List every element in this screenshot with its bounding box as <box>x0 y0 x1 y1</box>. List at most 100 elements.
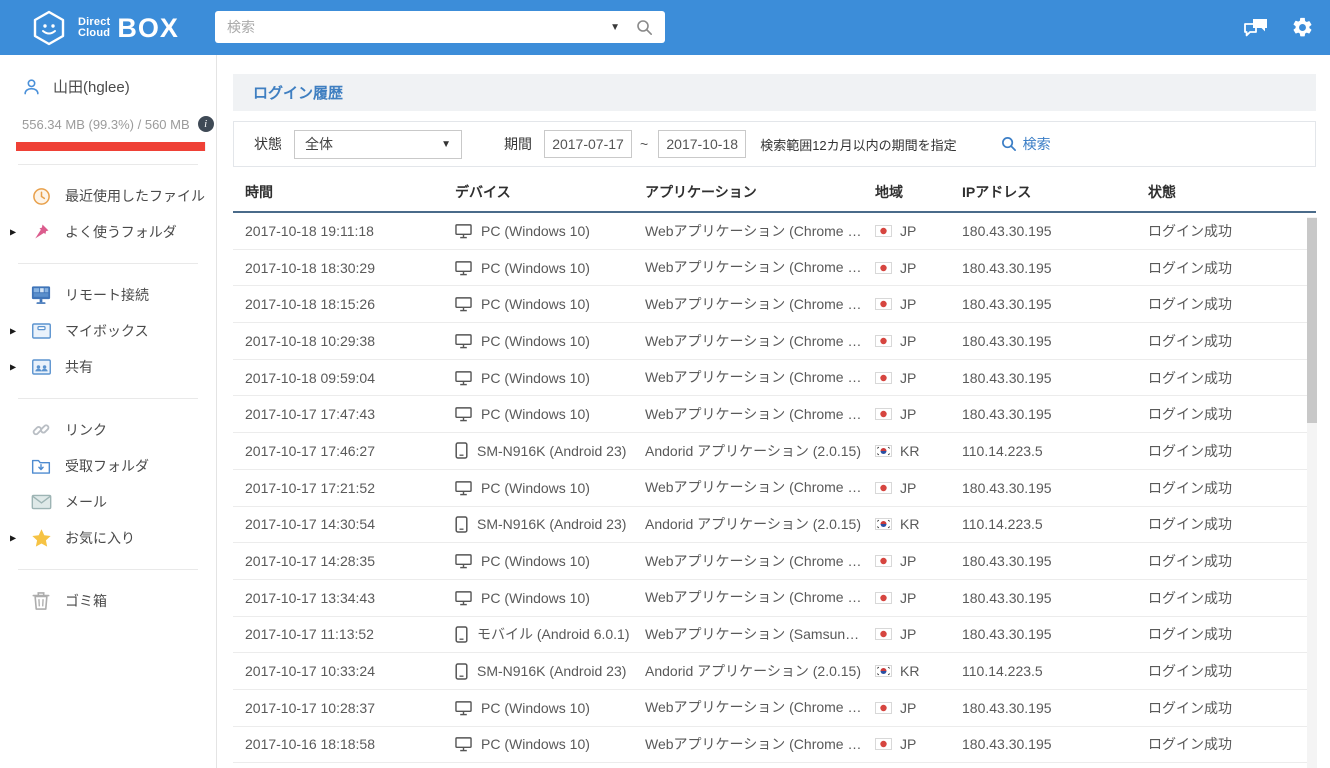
cell-application: Andorid アプリケーション (2.0.15) <box>645 442 862 459</box>
date-from-input[interactable]: 2017-07-17 <box>544 130 632 158</box>
main-content: ログイン履歴 状態 全体 ▼ 期間 2017-07-17 ~ 2017-10-1… <box>217 55 1330 768</box>
cell-region: JP <box>863 296 950 312</box>
cell-time: 2017-10-18 09:59:04 <box>245 369 375 386</box>
sidebar-item-receive-folder[interactable]: 受取フォルダ <box>0 448 216 484</box>
global-search-box: ▼ <box>215 11 665 43</box>
cell-region: KR <box>863 516 950 532</box>
select-caret-icon: ▼ <box>441 138 451 150</box>
sidebar-item-remote-connect[interactable]: リモート接続 <box>0 277 216 313</box>
search-icon[interactable] <box>636 19 653 36</box>
device-name: PC (Windows 10) <box>481 406 590 423</box>
storage-progress-fill <box>16 142 205 151</box>
mybox-icon <box>30 322 52 340</box>
expand-arrow-icon[interactable]: ▶ <box>10 327 16 336</box>
japan-flag-icon <box>875 701 892 714</box>
status-select[interactable]: 全体 ▼ <box>294 129 462 159</box>
status-select-value: 全体 <box>305 136 333 152</box>
cell-region: KR <box>863 663 950 679</box>
device-name: SM-N916K (Android 23) <box>477 442 627 459</box>
device-name: PC (Windows 10) <box>481 332 590 349</box>
cell-status: ログイン成功 <box>1148 369 1232 386</box>
device-name: PC (Windows 10) <box>481 553 590 570</box>
cell-region: JP <box>863 480 950 496</box>
region-code: JP <box>900 222 917 239</box>
cell-device: SM-N916K (Android 23) <box>443 442 633 460</box>
region-code: JP <box>900 736 917 753</box>
cell-device: SM-N916K (Android 23) <box>443 662 633 680</box>
cell-time: 2017-10-17 14:30:54 <box>245 516 375 533</box>
clock-icon <box>30 187 52 206</box>
sidebar-item-recent-files[interactable]: 最近使用したファイル <box>0 178 216 214</box>
status-filter-label: 状態 <box>254 136 282 152</box>
search-scope-dropdown-caret-icon[interactable]: ▼ <box>610 22 620 33</box>
sidebar-item-mail[interactable]: メール <box>0 484 216 520</box>
cell-device: PC (Windows 10) <box>443 223 633 239</box>
smartphone-icon <box>455 626 468 643</box>
table-row: 2017-10-18 09:59:04 PC (Windows 10) Webア… <box>233 360 1316 397</box>
mail-envelope-icon <box>30 494 52 510</box>
device-name: PC (Windows 10) <box>481 222 590 239</box>
date-range-separator: ~ <box>640 136 649 152</box>
date-to-input[interactable]: 2017-10-18 <box>658 130 747 158</box>
cell-ip-address: 180.43.30.195 <box>962 222 1052 239</box>
device-name: PC (Windows 10) <box>481 259 590 276</box>
star-icon <box>30 528 52 548</box>
table-body: 2017-10-18 19:11:18 PC (Windows 10) Webア… <box>233 213 1316 764</box>
sidebar-item-label: 最近使用したファイル <box>65 188 205 204</box>
settings-gear-icon[interactable] <box>1291 16 1314 39</box>
device-name: SM-N916K (Android 23) <box>477 663 627 680</box>
sidebar-item-label: よく使うフォルダ <box>65 224 177 240</box>
table-scrollbar-track[interactable] <box>1307 217 1317 768</box>
cell-time: 2017-10-17 10:33:24 <box>245 663 375 680</box>
sidebar-divider <box>18 398 198 399</box>
storage-usage-text: 556.34 MB (99.3%) / 560 MB <box>22 116 190 132</box>
cell-ip-address: 180.43.30.195 <box>962 479 1052 496</box>
cell-application: Webアプリケーション (Chrome 61.0) <box>645 699 863 716</box>
cell-time: 2017-10-17 17:46:27 <box>245 442 375 459</box>
cell-status: ログイン成功 <box>1148 626 1232 643</box>
region-code: JP <box>900 406 917 423</box>
cell-ip-address: 180.43.30.195 <box>962 589 1052 606</box>
cell-device: SM-N916K (Android 23) <box>443 516 633 533</box>
app-logo[interactable]: Direct Cloud BOX <box>30 9 179 47</box>
expand-arrow-icon[interactable]: ▶ <box>10 363 16 372</box>
cell-region: JP <box>863 260 950 276</box>
cell-region: JP <box>863 406 950 422</box>
table-row: 2017-10-18 10:29:38 PC (Windows 10) Webア… <box>233 323 1316 360</box>
cell-ip-address: 110.14.223.5 <box>962 663 1043 680</box>
messages-icon[interactable] <box>1243 17 1269 39</box>
table-scrollbar-thumb[interactable] <box>1307 218 1317 423</box>
cell-ip-address: 110.14.223.5 <box>962 516 1043 533</box>
cell-ip-address: 110.14.223.5 <box>962 442 1043 459</box>
brand-line2: Cloud <box>78 27 111 39</box>
sidebar-item-trash[interactable]: ゴミ箱 <box>0 583 216 619</box>
period-hint-text: 検索範囲12カ月以内の期間を指定 <box>760 137 957 153</box>
japan-flag-icon <box>875 334 892 347</box>
expand-arrow-icon[interactable]: ▶ <box>10 534 16 543</box>
search-input[interactable] <box>215 19 611 35</box>
cell-device: PC (Windows 10) <box>443 296 633 312</box>
japan-flag-icon <box>875 628 892 641</box>
pc-monitor-icon <box>455 296 472 312</box>
sidebar-item-mybox[interactable]: ▶ マイボックス <box>0 313 216 349</box>
column-header-time: 時間 <box>245 184 273 200</box>
pc-monitor-icon <box>455 406 472 422</box>
column-header-device: デバイス <box>455 184 511 200</box>
cell-application: Webアプリケーション (Chrome 61.0) <box>645 405 863 422</box>
search-button[interactable]: 検索 <box>1001 134 1051 154</box>
cell-application: Webアプリケーション (Chrome 61.0) <box>645 259 863 276</box>
cell-time: 2017-10-17 14:28:35 <box>245 553 375 570</box>
table-row: 2017-10-17 13:34:43 PC (Windows 10) Webア… <box>233 580 1316 617</box>
sidebar-item-frequent-folders[interactable]: ▶ よく使うフォルダ <box>0 214 216 250</box>
device-name: PC (Windows 10) <box>481 296 590 313</box>
korea-flag-icon <box>875 665 892 678</box>
pc-monitor-icon <box>455 333 472 349</box>
sidebar-item-link[interactable]: リンク <box>0 412 216 448</box>
cell-status: ログイン成功 <box>1148 736 1232 753</box>
cell-device: PC (Windows 10) <box>443 553 633 569</box>
sidebar-item-share[interactable]: ▶ 共有 <box>0 349 216 385</box>
column-header-ip: IPアドレス <box>962 184 1032 200</box>
sidebar-item-favorites[interactable]: ▶ お気に入り <box>0 520 216 556</box>
expand-arrow-icon[interactable]: ▶ <box>10 228 16 237</box>
info-icon[interactable]: i <box>197 116 214 132</box>
